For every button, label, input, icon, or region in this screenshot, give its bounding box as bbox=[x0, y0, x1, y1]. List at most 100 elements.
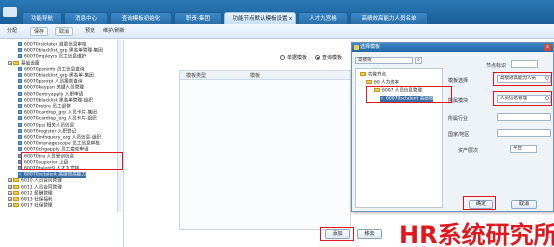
app-header: 功能导航 消息中心 查询模板初始化 职责-集团 功能节点默认模板设置 x 人才九宫… bbox=[0, 0, 554, 24]
preview-button[interactable]: 预览 bbox=[82, 27, 98, 36]
node-icon bbox=[18, 110, 22, 115]
tree-node-label: 60070blacklist_grp 黑名单管理-集团 bbox=[24, 48, 103, 54]
expand-icon[interactable]: + bbox=[8, 60, 12, 65]
node-code-input[interactable] bbox=[511, 60, 538, 68]
node-icon bbox=[18, 97, 22, 102]
highlight-dialog-selection bbox=[366, 86, 452, 103]
industry-input[interactable] bbox=[497, 113, 551, 121]
tree-node-label: 基础设置 bbox=[21, 61, 40, 67]
expand-icon[interactable]: + bbox=[8, 197, 12, 201]
folder-icon bbox=[13, 197, 19, 201]
col-template-type: 模板类型 bbox=[186, 73, 207, 79]
folder-icon bbox=[13, 203, 19, 208]
search-icon[interactable]: ⌕ bbox=[415, 57, 422, 64]
folder-icon bbox=[13, 60, 19, 65]
node-icon bbox=[18, 147, 22, 152]
expand-icon[interactable]: + bbox=[8, 190, 12, 195]
node-icon bbox=[18, 128, 22, 133]
node-icon bbox=[18, 122, 22, 127]
highlight-module bbox=[493, 91, 552, 106]
assign-button[interactable]: 分配 bbox=[4, 27, 20, 36]
folder-icon bbox=[13, 184, 19, 189]
tree-node-label: 60070mpleyrs 员工信息维护 bbox=[24, 54, 87, 60]
dialog-cancel-button[interactable]: 取消 bbox=[511, 200, 537, 209]
tree-node-label: 60070blacklist_grp 黑名单-集团 bbox=[24, 73, 94, 79]
node-icon bbox=[18, 91, 22, 96]
folder-icon bbox=[360, 72, 366, 76]
query-template-radio[interactable]: 查询模板 bbox=[315, 54, 342, 61]
tree-node-label: 6011 人员合同管理 bbox=[21, 185, 62, 191]
tree-node-label: 60070blacklist 黑名单管理-组织 bbox=[24, 98, 93, 104]
tab-query-template-init[interactable]: 查询模板初始化 bbox=[110, 12, 172, 24]
node-icon bbox=[18, 135, 22, 139]
highlight-tree-selection bbox=[21, 152, 123, 170]
node-icon bbox=[18, 48, 22, 53]
tree-node-label: 60070infoquery_org 人员信息-组织 bbox=[24, 135, 102, 141]
node-icon bbox=[18, 104, 22, 108]
tab-high-performance-list[interactable]: 高绩效高能力人员名单 bbox=[350, 12, 428, 24]
tree-node-label: 60070psi 相关人员信息 bbox=[24, 123, 75, 129]
maintain-refresh-button[interactable]: 维护/刷新 bbox=[100, 27, 128, 36]
tree-node-label: 6012 薪酬管理 bbox=[21, 191, 53, 197]
tree-node-label: 60070retire 员工退休 bbox=[24, 104, 71, 110]
template-panel: 单据模板 查询模板 模板类型 模板 bbox=[125, 40, 351, 247]
toolbar: 分配 保存 取消 预览 维护/刷新 bbox=[0, 24, 554, 39]
tree-node-label: 6017 社保管理 bbox=[21, 203, 53, 209]
tab-function-nav[interactable]: 功能导航 bbox=[22, 12, 62, 24]
close-icon[interactable]: x bbox=[544, 44, 551, 51]
node-icon bbox=[18, 116, 22, 121]
col-template: 模板 bbox=[250, 73, 261, 79]
region-label: 国家/地区 bbox=[448, 132, 470, 138]
node-icon bbox=[18, 73, 22, 77]
tree-node-label: 60070cardrep_grp 人员卡片-集团 bbox=[24, 110, 97, 116]
dialog-search-input[interactable]: 高绩效 bbox=[355, 57, 413, 64]
tree-node-label: 60070entryapply 入职申请 bbox=[24, 92, 84, 98]
folder-icon bbox=[13, 178, 19, 183]
tree-node-label: 6013 社保福利 bbox=[21, 197, 53, 203]
folder-icon bbox=[366, 80, 372, 84]
expand-icon[interactable]: + bbox=[8, 184, 12, 189]
tree-node-label: 60070register 入职登记 bbox=[24, 129, 77, 135]
save-button[interactable]: 保存 bbox=[30, 27, 49, 36]
node-code-label: 节点标识 bbox=[486, 63, 507, 69]
dialog-icon bbox=[354, 45, 359, 50]
node-icon bbox=[18, 79, 22, 84]
folder-icon bbox=[13, 190, 19, 195]
tab-talent-nine-grid[interactable]: 人才九宫格 bbox=[298, 12, 348, 24]
node-icon bbox=[18, 54, 22, 59]
dialog-title: 选择模板 bbox=[360, 44, 381, 50]
expand-icon[interactable]: + bbox=[8, 203, 12, 208]
function-node-tree: 60070rsiolater 自助信息审核 60070blacklist_grp … bbox=[0, 40, 124, 247]
dialog-title-bar: 选择模板 x bbox=[352, 43, 553, 52]
dialog-tree-label: 功能节点 bbox=[368, 72, 386, 78]
level-label: 资产层次 bbox=[458, 148, 479, 154]
tab-default-template-setting[interactable]: 功能节点默认模板设置 x bbox=[224, 12, 296, 24]
industry-label: 所属行业 bbox=[448, 116, 469, 122]
add-button[interactable]: 添加 bbox=[325, 229, 350, 239]
node-icon bbox=[18, 172, 22, 177]
highlight-ok-button bbox=[463, 196, 496, 210]
tree-scrollbar[interactable] bbox=[117, 40, 122, 212]
app-logo bbox=[3, 7, 17, 17]
node-icon bbox=[18, 85, 22, 90]
tree-node-label: 60070keypsn 关键人员管理 bbox=[24, 85, 84, 91]
grid-header: 模板类型 模板 bbox=[180, 71, 350, 80]
single-template-radio[interactable]: 单据模板 bbox=[280, 54, 307, 61]
remove-button[interactable]: 移去 bbox=[357, 229, 382, 239]
tree-node-label: 6010 人员合同管理 bbox=[21, 178, 62, 184]
highlight-template-select bbox=[493, 72, 552, 86]
region-input[interactable] bbox=[497, 129, 551, 137]
template-grid: 模板类型 模板 bbox=[179, 70, 351, 230]
tree-node-label: 60070cardrep_org 人员卡片-组织 bbox=[24, 116, 97, 122]
tree-folder[interactable]: +6017 社保管理 bbox=[8, 203, 53, 209]
tree-node-label: 60070managescope 员工信息审核 bbox=[24, 141, 100, 147]
node-icon bbox=[18, 42, 22, 46]
level-select[interactable]: 平台 bbox=[510, 145, 537, 153]
tab-duty-group[interactable]: 职责-集团 bbox=[174, 12, 222, 24]
dialog-tree-node[interactable]: 功能节点 bbox=[360, 72, 386, 78]
tree-node-label: 60070sctalent 高绩效高能力 bbox=[24, 172, 86, 178]
expand-icon[interactable]: + bbox=[8, 178, 12, 183]
tab-message-center[interactable]: 消息中心 bbox=[64, 12, 108, 24]
watermark: HR系统研究所 bbox=[399, 221, 554, 247]
cancel-button[interactable]: 取消 bbox=[55, 27, 74, 36]
